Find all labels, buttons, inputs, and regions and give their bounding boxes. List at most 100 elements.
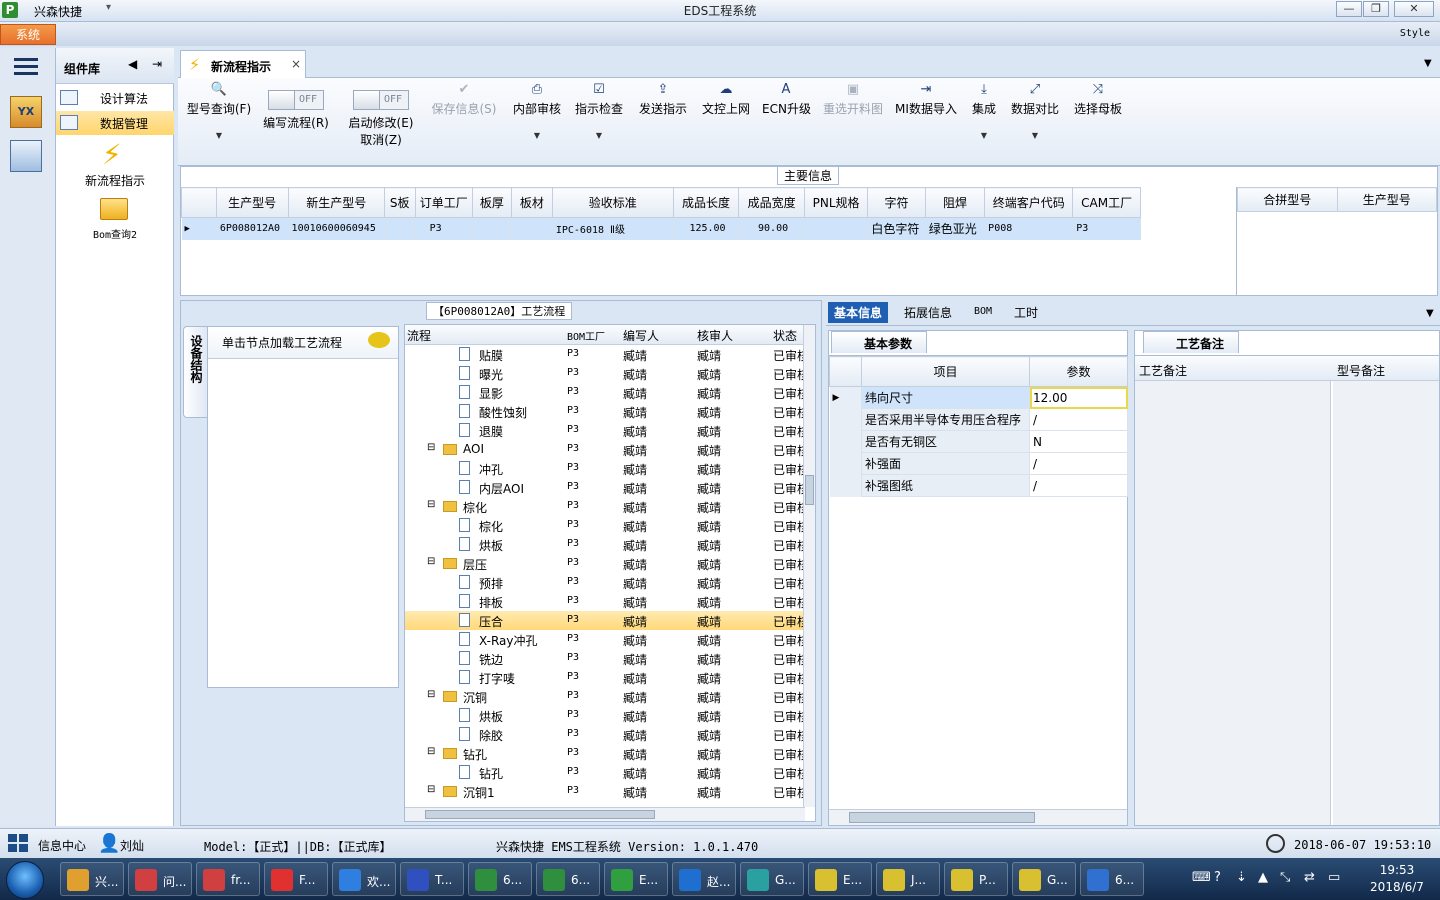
collapse-toggle-icon[interactable]: ⊟ (427, 689, 435, 700)
app-tray-icon[interactable]: ⤡ (1280, 870, 1290, 885)
style-selector[interactable]: Style (1400, 28, 1430, 39)
column-header[interactable]: 字符 (867, 187, 926, 218)
scroll-thumb[interactable] (805, 475, 814, 505)
column-header[interactable]: 工艺备注 (1139, 362, 1187, 379)
tree-row[interactable]: 烘板 P3 臧靖 臧靖 已审核 (405, 535, 805, 554)
table-row[interactable]: 补强面 / (829, 452, 1128, 475)
table-cell[interactable]: 6P008012A0 (216, 217, 289, 240)
column-header[interactable]: 型号备注 (1337, 362, 1385, 379)
flow-nav-header[interactable]: 单击节点加载工艺流程 (208, 327, 398, 359)
start-modify-toggle[interactable]: OFF 启动修改(E) 取消(Z) (342, 82, 420, 148)
tree-row[interactable]: 铣边 P3 臧靖 臧靖 已审核 (405, 649, 805, 668)
param-value-cell[interactable]: / (1029, 474, 1128, 497)
network-icon[interactable]: ⇣ (1236, 870, 1247, 885)
library-item-design-algorithm[interactable]: 设计算法 (56, 86, 174, 110)
save-info-button[interactable]: ✔ 保存信息(S) (428, 82, 500, 117)
taskbar-app-button[interactable]: J... (876, 862, 940, 896)
windows-grid-icon[interactable] (8, 834, 28, 852)
minimize-button[interactable]: — (1336, 1, 1362, 17)
model-note-textarea[interactable] (1333, 381, 1439, 825)
pin-icon[interactable]: ⇥ (152, 57, 162, 71)
edit-flow-toggle[interactable]: OFF 编写流程(R) (260, 82, 332, 131)
send-instruction-button[interactable]: ⇪ 发送指示 (636, 82, 690, 117)
column-header[interactable]: 成品宽度 (738, 187, 805, 218)
taskbar-app-button[interactable]: E... (604, 862, 668, 896)
tab-equipment-structure[interactable]: 设备结构 (183, 326, 207, 418)
param-value-cell[interactable]: / (1029, 452, 1128, 475)
tree-row[interactable]: 排板 P3 臧靖 臧靖 已审核 (405, 592, 805, 611)
tab-new-flow-instruction[interactable]: ⚡ 新流程指示 × (180, 50, 306, 78)
reselect-cutting-chart-button[interactable]: ▣ 重选开料图 (820, 82, 886, 117)
cancel-label[interactable]: 取消(Z) (342, 131, 420, 148)
tree-row[interactable]: 酸性蚀刻 P3 臧靖 臧靖 已审核 (405, 402, 805, 421)
taskbar-app-button[interactable]: E... (808, 862, 872, 896)
table-row[interactable]: 是否有无铜区 N (829, 430, 1128, 453)
taskbar-app-button[interactable]: 欢... (332, 862, 396, 896)
taskbar-app-button[interactable]: 兴... (60, 862, 124, 896)
tab-extended-info[interactable]: 拓展信息 (904, 304, 952, 321)
tree-row[interactable]: X-Ray冲孔 P3 臧靖 臧靖 已审核 (405, 630, 805, 649)
table-cell[interactable]: P3 (1072, 217, 1141, 240)
column-header[interactable]: 成品长度 (672, 187, 740, 218)
taskbar-app-button[interactable]: 6... (536, 862, 600, 896)
taskbar-app-button[interactable]: fr... (196, 862, 260, 896)
taskbar-app-button[interactable]: 6... (1080, 862, 1144, 896)
table-row[interactable]: 是否采用半导体专用压合程序 / (829, 408, 1128, 431)
data-compare-button[interactable]: ⤢ 数据对比 ▼ (1008, 82, 1062, 140)
toggle-switch[interactable]: OFF (353, 90, 409, 110)
bom-query-tool[interactable]: Bom查询2 (56, 196, 174, 241)
table-cell[interactable] (472, 217, 512, 240)
params-horizontal-scrollbar[interactable] (829, 809, 1127, 825)
tab-work-hours[interactable]: 工时 (1014, 304, 1038, 321)
tree-row[interactable]: 曝光 P3 臧靖 臧靖 已审核 (405, 364, 805, 383)
table-cell[interactable]: P008 (984, 217, 1074, 240)
tree-row[interactable]: 显影 P3 臧靖 臧靖 已审核 (405, 383, 805, 402)
collapse-toggle-icon[interactable]: ⊟ (427, 556, 435, 567)
taskbar-app-button[interactable]: P... (944, 862, 1008, 896)
column-header[interactable]: 合拼型号 (1237, 187, 1338, 212)
tree-row[interactable]: 除胶 P3 臧靖 臧靖 已审核 (405, 725, 805, 744)
tree-row[interactable]: 打字唛 P3 臧靖 臧靖 已审核 (405, 668, 805, 687)
taskbar-app-button[interactable]: G... (1012, 862, 1076, 896)
column-header[interactable]: 流程 (407, 327, 431, 344)
tray-expand-icon[interactable]: ▲ (1258, 870, 1268, 885)
tab-list-dropdown-icon[interactable]: ▼ (1424, 58, 1432, 69)
table-cell[interactable]: 绿色亚光 (925, 217, 986, 240)
column-header[interactable]: 编写人 (623, 327, 659, 344)
instruction-check-button[interactable]: ☑ 指示检查 ▼ (572, 82, 626, 140)
scroll-thumb[interactable] (849, 812, 1035, 823)
tab-list-dropdown-icon[interactable]: ▼ (1426, 308, 1434, 319)
new-flow-instruction-tool[interactable]: ⚡ 新流程指示 (56, 138, 174, 188)
column-header[interactable]: 订单工厂 (414, 187, 473, 218)
tab-bom[interactable]: BOM (974, 306, 992, 317)
select-motherboard-button[interactable]: ⤨ 选择母板 (1070, 82, 1126, 117)
tree-row[interactable]: 预排 P3 臧靖 臧靖 已审核 (405, 573, 805, 592)
close-window-button[interactable]: ✕ (1394, 1, 1434, 17)
table-cell[interactable] (511, 217, 553, 240)
system-menu-button[interactable]: 系统 (0, 24, 56, 45)
column-header[interactable]: CAM工厂 (1072, 187, 1141, 218)
keyboard-icon[interactable]: ⌨ (1192, 870, 1211, 885)
table-cell[interactable]: IPC-6018 Ⅱ级 (552, 217, 674, 240)
column-header[interactable]: 板厚 (471, 187, 512, 218)
column-header[interactable]: 验收标准 (551, 187, 674, 218)
model-query-button[interactable]: 🔍 型号查询(F) ▼ (184, 82, 254, 140)
hamburger-menu-icon[interactable] (14, 58, 38, 76)
taskbar-app-button[interactable]: 问... (128, 862, 192, 896)
table-row[interactable]: ▶ 纬向尺寸 12.00 (829, 386, 1128, 409)
mi-data-import-button[interactable]: ⇥ MI数据导入 (894, 82, 958, 117)
taskbar-app-button[interactable]: G... (740, 862, 804, 896)
column-header[interactable]: 状态 (773, 327, 797, 344)
tree-row[interactable]: ⊟ 钻孔 P3 臧靖 臧靖 已审核 (405, 744, 805, 763)
yx-factory-icon[interactable]: YX (10, 96, 42, 128)
collapse-left-icon[interactable]: ◀ (128, 57, 137, 71)
tree-vertical-scrollbar[interactable] (803, 325, 815, 807)
doc-control-online-button[interactable]: ☁ 文控上网 (698, 82, 754, 117)
tree-row[interactable]: 贴膜 P3 臧靖 臧靖 已审核 (405, 345, 805, 364)
table-cell[interactable]: 10010600060945 (288, 217, 385, 240)
help-icon[interactable]: ? (1214, 870, 1221, 885)
column-header[interactable]: 新生产型号 (287, 187, 385, 218)
column-header[interactable]: PNL规格 (803, 187, 869, 218)
tree-row[interactable]: ⊟ 沉铜1 P3 臧靖 臧靖 已审核 (405, 782, 805, 801)
table-cell[interactable]: P3 (415, 217, 473, 240)
